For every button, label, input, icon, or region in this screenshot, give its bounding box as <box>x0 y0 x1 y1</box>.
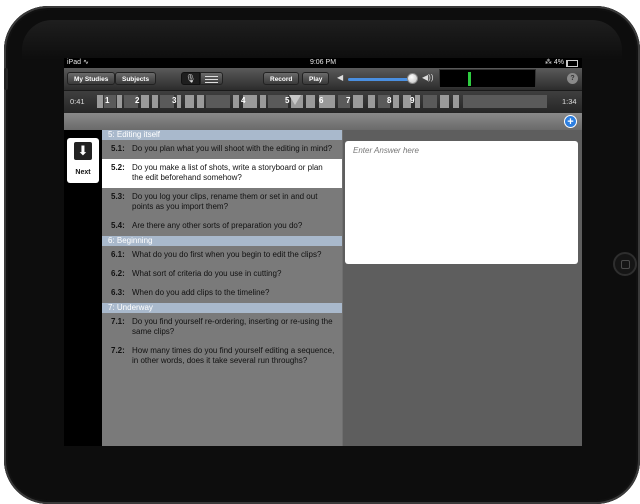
left-gutter: ⬇ Next <box>64 130 102 446</box>
volume-slider[interactable] <box>348 78 412 81</box>
main-content: ⬇ Next 5: Editing itself 5.1: Do you pla… <box>64 130 582 446</box>
record-button[interactable]: Record <box>263 72 300 85</box>
question-number: 5.2: <box>111 163 125 172</box>
status-right: ⁂ 4% <box>545 58 578 68</box>
question-number: 6.3: <box>111 288 125 297</box>
audio-level-meter <box>439 69 536 88</box>
microphone-icon[interactable]: 🎙 <box>181 72 200 85</box>
home-button[interactable] <box>613 252 637 276</box>
question-text: Do you log your clips, rename them or se… <box>132 192 318 211</box>
question-5-1[interactable]: 5.1: Do you plan what you will shoot wit… <box>102 140 342 159</box>
help-button[interactable]: ? <box>567 73 578 84</box>
play-button[interactable]: Play <box>302 72 330 85</box>
timeline-marker-7[interactable]: 7 <box>346 96 350 105</box>
question-text: Do you find yourself re-ordering, insert… <box>132 317 333 336</box>
subjects-button[interactable]: Subjects <box>115 72 157 85</box>
app-screen: iPad ∿ 9:06 PM ⁂ 4% My Studies Subjects … <box>64 58 582 446</box>
question-text: What sort of criteria do you use in cutt… <box>132 269 282 278</box>
answer-input[interactable]: Enter Answer here <box>345 141 578 264</box>
question-number: 6.1: <box>111 250 125 259</box>
speaker-high-icon: ◀)) <box>422 73 434 82</box>
timeline-marker-6[interactable]: 6 <box>319 96 323 105</box>
section-header-5: 5: Editing itself <box>102 130 342 140</box>
timeline-marker-3[interactable]: 3 <box>172 96 176 105</box>
timeline-marker-9[interactable]: 9 <box>410 96 414 105</box>
question-text: How many times do you find yourself edit… <box>132 346 335 365</box>
list-icon[interactable] <box>200 72 223 85</box>
question-5-4[interactable]: 5.4: Are there any other sorts of prepar… <box>102 217 342 236</box>
question-number: 5.3: <box>111 192 125 201</box>
timeline-marker-4[interactable]: 4 <box>241 96 245 105</box>
question-text: What do you do first when you begin to e… <box>132 250 322 259</box>
timeline-start-time: 0:41 <box>70 97 85 106</box>
battery-icon <box>566 59 578 67</box>
bluetooth-icon: ⁂ <box>544 59 552 66</box>
bezel-highlight <box>22 20 622 60</box>
answer-pane: Enter Answer here <box>343 130 582 446</box>
speaker-low-icon: ◀ <box>337 73 344 82</box>
timeline-marker-1[interactable]: 1 <box>105 96 109 105</box>
question-list[interactable]: 5: Editing itself 5.1: Do you plan what … <box>102 130 342 446</box>
question-number: 6.2: <box>111 269 125 278</box>
answer-placeholder: Enter Answer here <box>353 146 419 155</box>
question-number: 5.4: <box>111 221 125 230</box>
top-toolbar: My Studies Subjects 🎙 Record Play ◀ ◀)) … <box>64 68 582 91</box>
next-button[interactable]: ⬇ Next <box>67 138 99 183</box>
question-5-2[interactable]: 5.2: Do you make a list of shots, write … <box>102 159 342 188</box>
playhead-marker[interactable] <box>289 95 301 105</box>
question-number: 7.2: <box>111 346 125 355</box>
audio-level-bar <box>468 72 471 86</box>
add-icon[interactable]: + <box>564 115 577 128</box>
timeline-end-time: 1:34 <box>562 97 577 106</box>
question-text: Do you make a list of shots, write a sto… <box>132 163 323 182</box>
secondary-toolbar: + <box>64 113 582 130</box>
question-6-2[interactable]: 6.2: What sort of criteria do you use in… <box>102 265 342 284</box>
question-text: Do you plan what you will shoot with the… <box>132 144 333 153</box>
status-bar: iPad ∿ 9:06 PM ⁂ 4% <box>64 58 582 68</box>
my-studies-button[interactable]: My Studies <box>67 72 116 85</box>
timeline-marker-8[interactable]: 8 <box>387 96 391 105</box>
timeline-marker-2[interactable]: 2 <box>135 96 139 105</box>
question-number: 7.1: <box>111 317 125 326</box>
question-6-1[interactable]: 6.1: What do you do first when you begin… <box>102 246 342 265</box>
timeline-bar[interactable]: 0:41 1 2 3 4 5 6 7 8 9 1:34 <box>64 91 582 114</box>
next-label: Next <box>75 169 91 176</box>
battery-percent: 4% <box>553 59 564 66</box>
section-header-7: 7: Underway <box>102 303 342 313</box>
timeline-track[interactable]: 1 2 3 4 5 6 7 8 9 <box>97 95 547 108</box>
question-text: When do you add clips to the timeline? <box>132 288 270 297</box>
section-header-6: 6: Beginning <box>102 236 342 246</box>
down-arrow-icon: ⬇ <box>74 142 92 160</box>
status-time: 9:06 PM <box>309 59 337 66</box>
question-7-1[interactable]: 7.1: Do you find yourself re-ordering, i… <box>102 313 342 342</box>
question-number: 5.1: <box>111 144 125 153</box>
side-switch <box>4 68 8 90</box>
question-7-2[interactable]: 7.2: How many times do you find yourself… <box>102 342 342 371</box>
question-5-3[interactable]: 5.3: Do you log your clips, rename them … <box>102 188 342 217</box>
volume-slider-thumb[interactable] <box>407 73 418 84</box>
question-6-3[interactable]: 6.3: When do you add clips to the timeli… <box>102 284 342 303</box>
question-text: Are there any other sorts of preparation… <box>132 221 303 230</box>
